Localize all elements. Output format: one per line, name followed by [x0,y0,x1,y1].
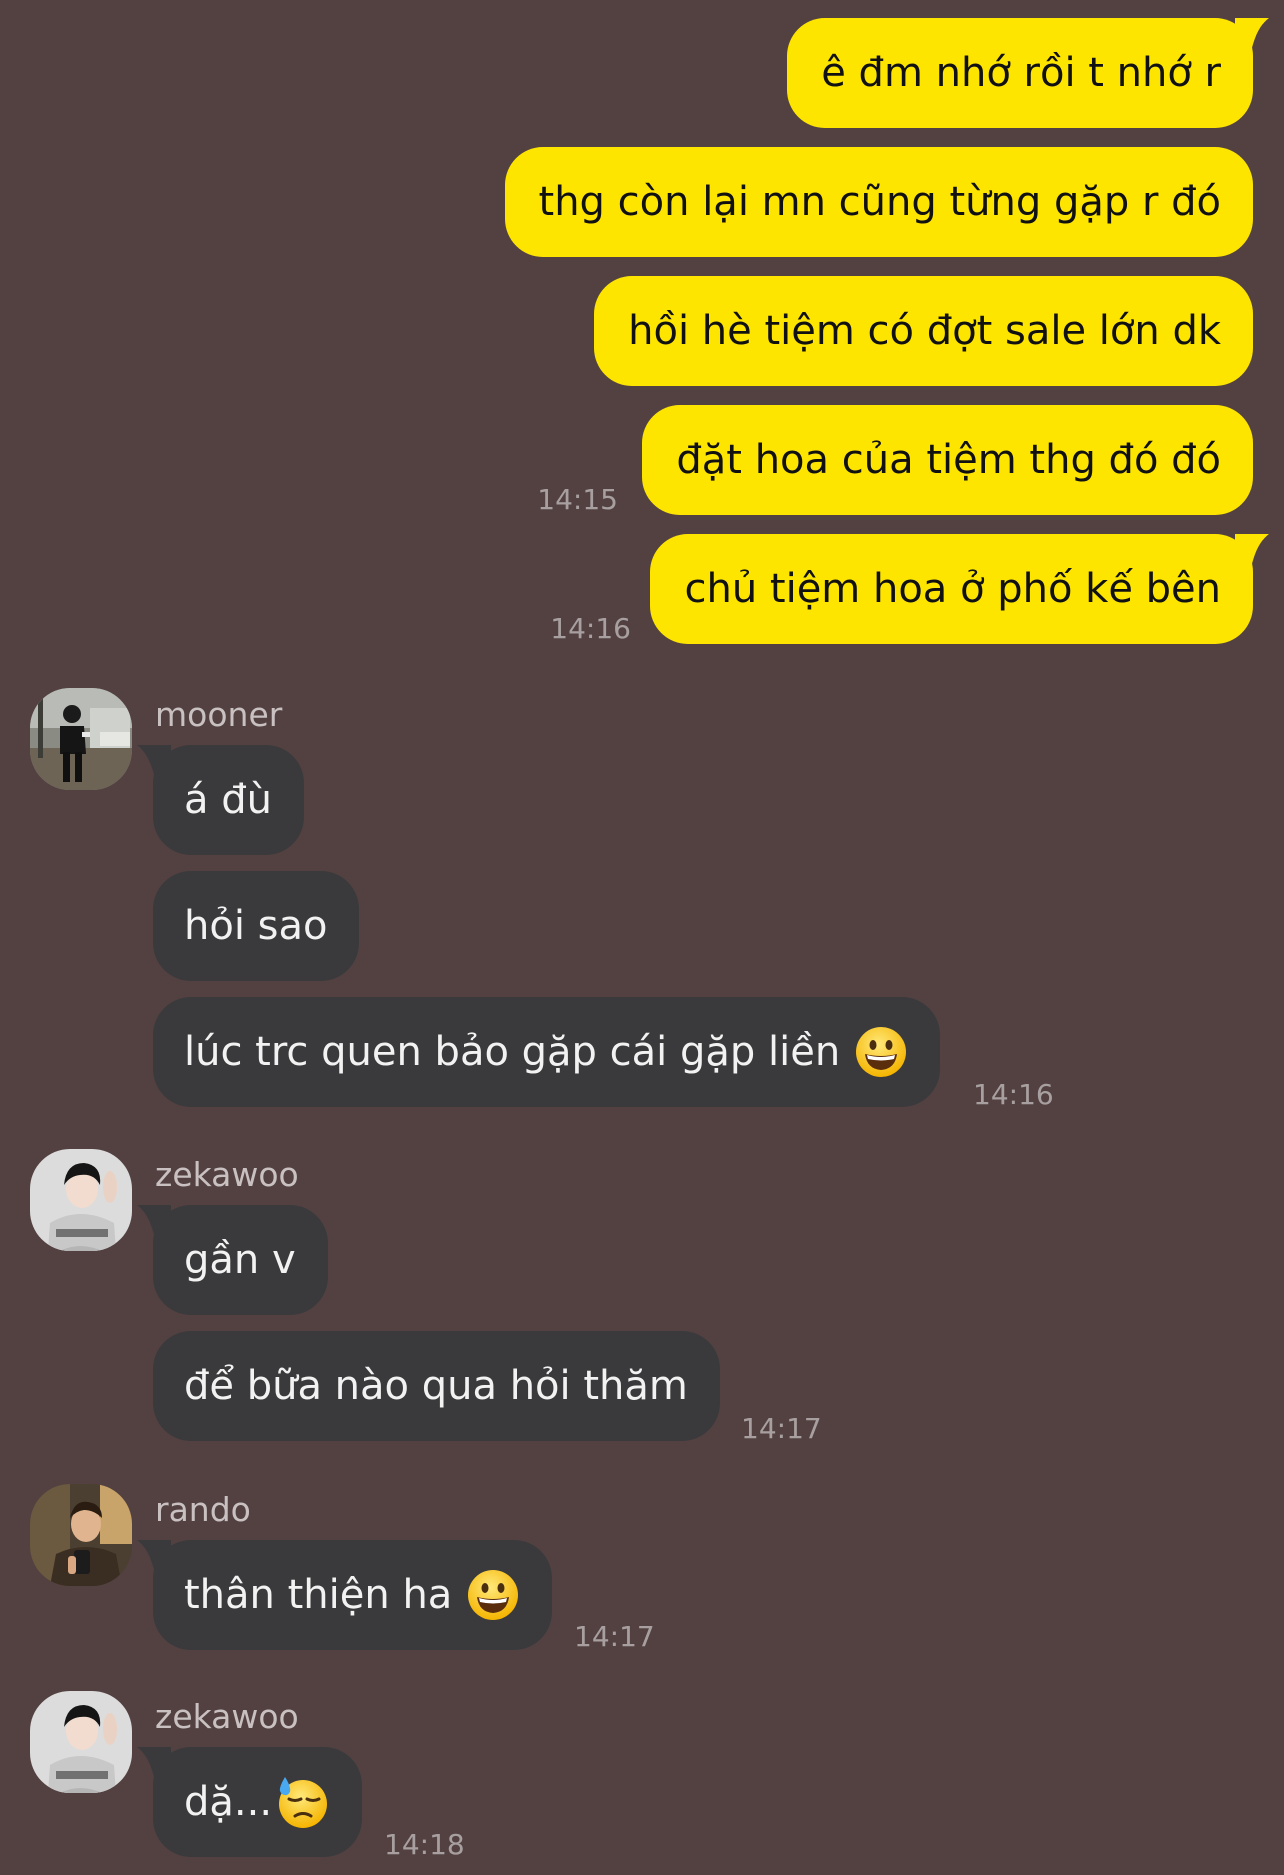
message-text: thân thiện ha [184,1572,453,1618]
message-text: hồi hè tiệm có đợt sale lớn dk [628,308,1221,354]
message-text: chủ tiệm hoa ở phố kế bên [684,566,1221,612]
avatar[interactable] [30,1484,132,1586]
selfie-photo-icon [30,1484,132,1586]
message-text: đặt hoa của tiệm thg đó đó [676,437,1221,483]
avatar[interactable] [30,1149,132,1251]
outgoing-message[interactable]: chủ tiệm hoa ở phố kế bên [650,534,1269,644]
sender-name: zekawoo [155,1155,299,1194]
outgoing-message[interactable]: hồi hè tiệm có đợt sale lớn dk [594,276,1253,386]
boy-in-hoodie-photo-icon [30,1149,132,1251]
grinning-face-icon [468,1570,519,1620]
message-text: dặ... [184,1779,273,1825]
incoming-message[interactable]: dặ... [137,1747,363,1857]
bubble-tail [1235,18,1269,52]
timestamp: 14:18 [384,1828,465,1861]
incoming-message[interactable]: gần v [137,1205,328,1315]
message-text: ê đm nhớ rồi t nhớ r [821,50,1221,96]
bubble-tail [137,1205,171,1239]
outgoing-message[interactable]: ê đm nhớ rồi t nhớ r [787,18,1269,128]
downcast-face-with-sweat-icon [279,1777,328,1828]
message-text: gần v [184,1237,296,1283]
timestamp: 14:16 [973,1078,1054,1111]
message-text: để bữa nào qua hỏi thăm [184,1363,688,1409]
avatar[interactable] [30,1691,132,1793]
timestamp: 14:17 [741,1412,822,1445]
incoming-message[interactable]: hỏi sao [153,871,360,981]
outgoing-message[interactable]: đặt hoa của tiệm thg đó đó [642,405,1253,515]
sender-name: mooner [155,695,283,734]
sender-name: rando [155,1490,251,1529]
boy-in-hoodie-photo-icon [30,1691,132,1793]
incoming-message[interactable]: để bữa nào qua hỏi thăm [153,1331,720,1441]
outgoing-message[interactable]: thg còn lại mn cũng từng gặp r đó [504,147,1253,257]
timestamp: 14:17 [574,1620,655,1653]
timestamp: 14:15 [537,483,618,516]
message-text: á đù [184,777,272,823]
avatar[interactable] [30,688,132,790]
grinning-face-icon [856,1027,907,1077]
message-text: lúc trc quen bảo gặp cái gặp liền [184,1029,841,1075]
bubble-tail [1235,534,1269,568]
message-text: thg còn lại mn cũng từng gặp r đó [538,179,1221,225]
bubble-tail [137,1540,171,1574]
person-walking-street-photo-icon [30,688,132,790]
timestamp: 14:16 [550,612,631,645]
sender-name: zekawoo [155,1697,299,1736]
bubble-tail [137,1747,171,1781]
incoming-message[interactable]: á đù [137,745,304,855]
incoming-message[interactable]: lúc trc quen bảo gặp cái gặp liền [153,997,941,1107]
bubble-tail [137,745,171,779]
incoming-message[interactable]: thân thiện ha [137,1540,553,1650]
message-text: hỏi sao [184,903,328,949]
